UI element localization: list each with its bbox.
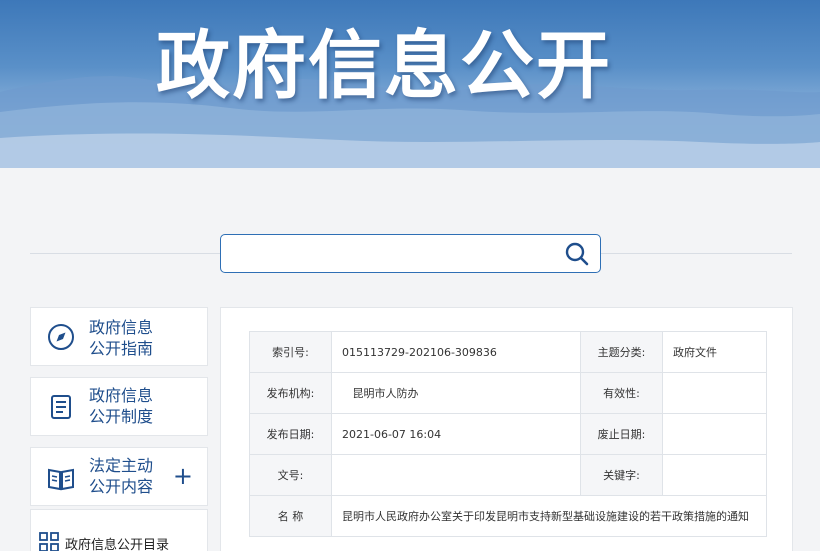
table-row: 文号: 关键字: bbox=[249, 454, 767, 496]
meta-value bbox=[662, 413, 767, 455]
meta-value: 政府文件 bbox=[662, 331, 767, 373]
sidebar-item-label: 法定主动 公开内容 bbox=[89, 456, 154, 496]
sidebar-item-catalog[interactable]: 政府信息公开目录 bbox=[30, 509, 208, 551]
book-icon bbox=[48, 468, 74, 491]
meta-value bbox=[331, 454, 581, 496]
search-box bbox=[220, 234, 601, 273]
sidebar-item-label: 政府信息 公开制度 bbox=[89, 386, 154, 426]
meta-key: 发布日期: bbox=[249, 413, 332, 455]
document-title-link[interactable]: 昆明市人民政府办公室关于印发昆明市支持新型基础设施建设的若干政策措施的通知 bbox=[331, 495, 767, 537]
meta-value: 015113729-202106-309836 bbox=[331, 331, 581, 373]
search-icon[interactable] bbox=[564, 241, 590, 267]
search-input[interactable] bbox=[231, 241, 551, 267]
meta-key: 有效性: bbox=[580, 372, 663, 414]
document-info-panel: 索引号: 015113729-202106-309836 主题分类: 政府文件 … bbox=[220, 307, 793, 551]
header-banner: 政府信息公开 bbox=[0, 0, 820, 168]
meta-key: 发布机构: bbox=[249, 372, 332, 414]
meta-key: 文号: bbox=[249, 454, 332, 496]
table-row: 发布机构: 昆明市人防办 有效性: bbox=[249, 372, 767, 414]
compass-icon bbox=[48, 324, 74, 350]
meta-key: 索引号: bbox=[249, 331, 332, 373]
sidebar-item-label: 政府信息公开目录 bbox=[65, 538, 170, 551]
document-icon bbox=[51, 395, 71, 419]
meta-value bbox=[662, 372, 767, 414]
sidebar-item-system[interactable]: 政府信息 公开制度 bbox=[30, 377, 208, 436]
table-row: 索引号: 015113729-202106-309836 主题分类: 政府文件 bbox=[249, 331, 767, 373]
meta-key: 废止日期: bbox=[580, 413, 663, 455]
meta-key: 名 称 bbox=[249, 495, 332, 537]
meta-value: 昆明市人防办 bbox=[331, 372, 581, 414]
banner-title: 政府信息公开 bbox=[156, 23, 612, 109]
sidebar-item-guide[interactable]: 政府信息 公开指南 bbox=[30, 307, 208, 366]
sidebar-item-label: 政府信息 公开指南 bbox=[89, 318, 154, 358]
meta-value: 2021-06-07 16:04 bbox=[331, 413, 581, 455]
meta-value bbox=[662, 454, 767, 496]
table-row: 发布日期: 2021-06-07 16:04 废止日期: bbox=[249, 413, 767, 455]
sidebar-item-content[interactable]: 法定主动 公开内容 + bbox=[30, 447, 208, 506]
meta-key: 主题分类: bbox=[580, 331, 663, 373]
document-meta-table: 索引号: 015113729-202106-309836 主题分类: 政府文件 … bbox=[249, 331, 767, 537]
grid-icon bbox=[39, 532, 59, 551]
meta-key: 关键字: bbox=[580, 454, 663, 496]
expand-plus-icon[interactable]: + bbox=[173, 464, 193, 488]
table-row: 名 称 昆明市人民政府办公室关于印发昆明市支持新型基础设施建设的若干政策措施的通… bbox=[249, 495, 767, 537]
